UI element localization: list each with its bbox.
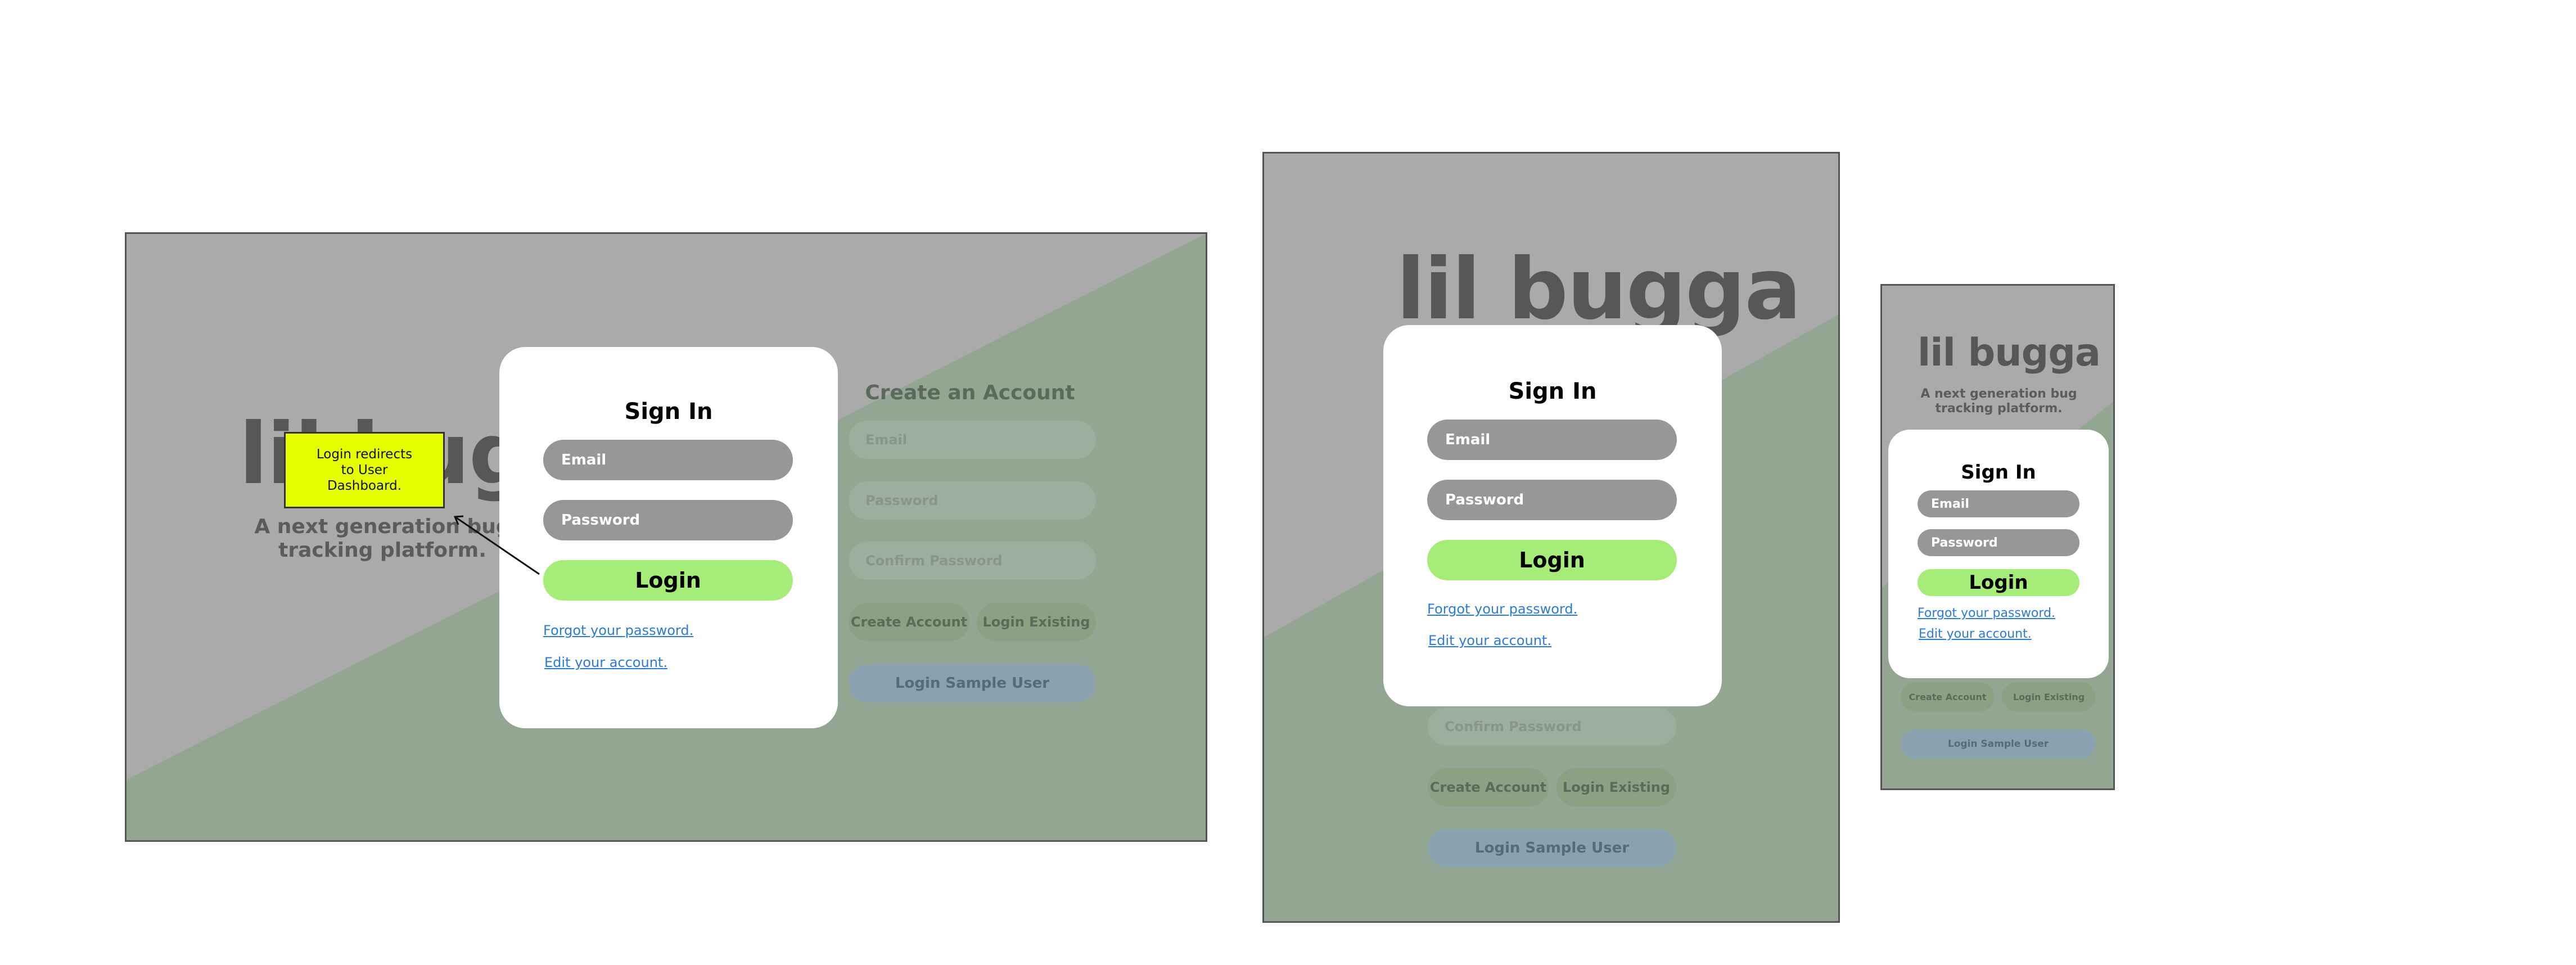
- password-placeholder: Password: [1445, 491, 1524, 508]
- forgot-password-link[interactable]: Forgot your password.: [543, 623, 693, 638]
- login-existing-button[interactable]: Login Existing: [1557, 768, 1676, 806]
- create-email-placeholder: Email: [865, 432, 908, 448]
- create-password-placeholder: Password: [865, 493, 939, 508]
- tablet-frame: lil bugga Confirm Password Create Accoun…: [1262, 152, 1840, 923]
- login-existing-button[interactable]: Login Existing: [977, 603, 1096, 641]
- app-logo: lil bugga: [1918, 331, 2101, 375]
- email-placeholder: Email: [1931, 497, 1969, 511]
- signin-title: Sign In: [1508, 378, 1597, 404]
- signin-title: Sign In: [1961, 461, 2036, 484]
- create-account-button[interactable]: Create Account: [1428, 768, 1549, 806]
- app-tagline: A next generation bug tracking platform.: [1920, 387, 2077, 416]
- edit-account-link[interactable]: Edit your account.: [544, 655, 667, 670]
- password-placeholder: Password: [561, 512, 640, 529]
- password-field[interactable]: Password: [1918, 529, 2079, 556]
- edit-account-link[interactable]: Edit your account.: [1428, 633, 1551, 648]
- confirm-password-placeholder: Confirm Password: [1445, 719, 1582, 734]
- forgot-password-link[interactable]: Forgot your password.: [1427, 601, 1577, 617]
- login-button[interactable]: Login: [1427, 540, 1677, 580]
- confirm-password-field[interactable]: Confirm Password: [1428, 707, 1676, 746]
- email-field[interactable]: Email: [1918, 490, 2079, 517]
- login-existing-label: Login Existing: [2013, 691, 2085, 702]
- login-sample-user-button[interactable]: Login Sample User: [1901, 729, 2096, 759]
- email-field[interactable]: Email: [543, 440, 793, 480]
- login-sample-user-label: Login Sample User: [1947, 738, 2049, 750]
- app-tagline: A next generation bug tracking platform.: [254, 515, 511, 562]
- create-account-label: Create Account: [850, 614, 968, 630]
- create-account-label: Create Account: [1429, 779, 1547, 795]
- login-sample-user-button[interactable]: Login Sample User: [849, 664, 1096, 702]
- login-button[interactable]: Login: [1918, 569, 2079, 596]
- annotation-text: Login redirects to User Dashboard.: [316, 447, 413, 493]
- login-button-label: Login: [1519, 548, 1585, 572]
- login-button-label: Login: [1969, 571, 2028, 594]
- login-sample-user-label: Login Sample User: [1474, 840, 1630, 856]
- login-sample-user-label: Login Sample User: [895, 675, 1050, 692]
- login-existing-button[interactable]: Login Existing: [2002, 682, 2096, 711]
- email-placeholder: Email: [1445, 431, 1491, 448]
- create-password-field[interactable]: Password: [849, 481, 1096, 520]
- create-email-field[interactable]: Email: [849, 421, 1096, 459]
- create-account-button[interactable]: Create Account: [1901, 682, 1995, 711]
- edit-account-link[interactable]: Edit your account.: [1919, 627, 2032, 641]
- desktop-frame: lil bugga A next generation bug tracking…: [125, 232, 1207, 842]
- confirm-password-field[interactable]: Confirm Password: [849, 542, 1096, 580]
- annotation-sticky-note: Login redirects to User Dashboard.: [284, 432, 445, 508]
- confirm-password-placeholder: Confirm Password: [865, 553, 1003, 569]
- password-field[interactable]: Password: [1427, 480, 1677, 520]
- forgot-password-link[interactable]: Forgot your password.: [1918, 606, 2055, 620]
- signin-card: Sign In Email Password Login Forgot your…: [1383, 325, 1722, 706]
- app-logo: lil bugga: [1396, 241, 1802, 339]
- mobile-frame: lil bugga A next generation bug tracking…: [1880, 284, 2115, 790]
- login-existing-label: Login Existing: [1563, 779, 1670, 795]
- create-account-button[interactable]: Create Account: [849, 603, 969, 641]
- login-button-label: Login: [635, 568, 701, 593]
- email-placeholder: Email: [561, 452, 607, 468]
- email-field[interactable]: Email: [1427, 420, 1677, 460]
- create-account-label: Create Account: [1909, 691, 1987, 702]
- password-field[interactable]: Password: [543, 500, 793, 540]
- login-button[interactable]: Login: [543, 560, 793, 601]
- signin-title: Sign In: [624, 399, 713, 425]
- login-sample-user-button[interactable]: Login Sample User: [1428, 829, 1676, 867]
- login-existing-label: Login Existing: [982, 614, 1090, 630]
- password-placeholder: Password: [1931, 535, 1998, 550]
- signin-card: Sign In Email Password Login Forgot your…: [1888, 430, 2109, 678]
- signin-card: Sign In Email Password Login Forgot your…: [499, 347, 838, 728]
- create-account-title: Create an Account: [865, 381, 1075, 404]
